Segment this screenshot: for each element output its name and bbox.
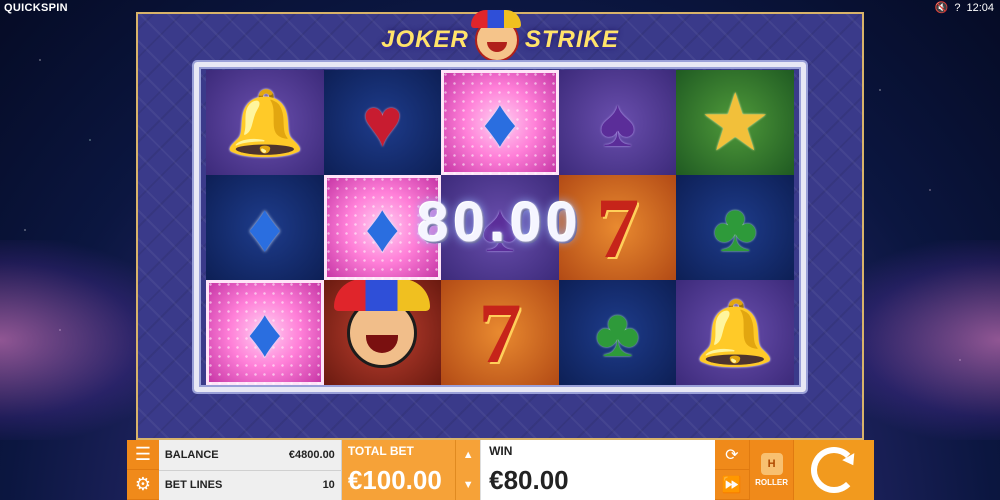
speaker-muted-icon[interactable]: 🔇 [935,1,949,14]
reel-cell [323,280,442,385]
total-bet-box: TOTAL BET €100.00 [341,440,456,500]
balance-label: BALANCE [164,448,219,461]
star-symbol-icon: ★ [699,77,772,167]
reel-cell: ♦ [441,70,559,175]
hamburger-menu-icon[interactable]: ☰ [127,440,159,470]
reel-cell: ♠ [558,70,677,175]
betlines-value: 10 [322,479,335,492]
reel-cell: ♣ [676,175,794,280]
balance-row: BALANCE €4800.00 [159,440,341,470]
fast-forward-icon[interactable]: ⏩ [714,470,749,500]
reel-cell: 🔔 [676,280,794,385]
seven-symbol-icon: 7 [478,284,522,381]
bet-increase-arrow-icon[interactable]: ▲ [456,440,480,470]
logo-word-left: JOKER [381,26,469,53]
reel-cell: ♦ [206,175,324,280]
betlines-row: BET LINES 10 [158,469,341,500]
club-symbol-icon: ♣ [712,189,758,266]
diamond-symbol-icon: ♦ [247,189,283,266]
joker-logo-icon [470,10,521,62]
help-button[interactable]: ? [954,2,960,14]
total-bet-value: €100.00 [347,465,442,495]
reel-cell: ♥ [323,70,442,175]
control-panel: ☰ ⚙ BALANCE €4800.00 BET LINES 10 TOTAL … [127,440,874,500]
status-bar: 🔇 ? 12:04 [935,1,994,15]
reel-cell: ★ [676,70,794,175]
brand-label: QUICKSPIN [4,2,68,14]
reel-cell: 7 [441,280,559,385]
heart-symbol-icon: ♥ [362,84,403,161]
diamond-symbol-icon: ♦ [482,84,518,161]
total-bet-label: TOTAL BET [347,444,414,458]
reel-cell: ♣ [558,280,677,385]
bell-symbol-icon: 🔔 [695,296,776,369]
spin-area [793,440,874,500]
betlines-label: BET LINES [164,479,223,492]
win-amount-display: 80.00 [417,189,583,253]
clock: 12:04 [966,1,994,14]
spin-button-icon[interactable] [811,447,858,493]
win-value: €80.00 [489,465,569,495]
menu-column: ☰ ⚙ [127,440,159,500]
info-column: BALANCE €4800.00 BET LINES 10 [158,440,342,500]
balance-value: €4800.00 [288,448,335,461]
spin-controls: ⟳ ⏩ [714,440,749,500]
spade-symbol-icon: ♠ [599,84,636,161]
autoplay-icon[interactable]: ⟳ [714,440,749,470]
reel-cell: 🔔 [206,70,324,175]
win-box: WIN €80.00 [480,440,715,500]
roller-icon: H [760,453,783,475]
roller-label: ROLLER [755,478,789,487]
bet-adjust: ▲ ▼ [455,440,481,500]
diamond-symbol-icon: ♦ [247,294,283,371]
settings-gear-icon[interactable]: ⚙ [127,470,159,500]
game-logo: JOKER STRIKE [370,10,630,62]
logo-word-right: STRIKE [524,26,619,53]
win-label: WIN [489,444,513,458]
bell-symbol-icon: 🔔 [224,86,305,159]
reel-cell: ♦ [206,280,324,385]
roller-button[interactable]: H ROLLER [748,440,794,500]
joker-symbol-icon [334,280,431,368]
bet-decrease-arrow-icon[interactable]: ▼ [456,470,480,500]
club-symbol-icon: ♣ [595,294,640,371]
